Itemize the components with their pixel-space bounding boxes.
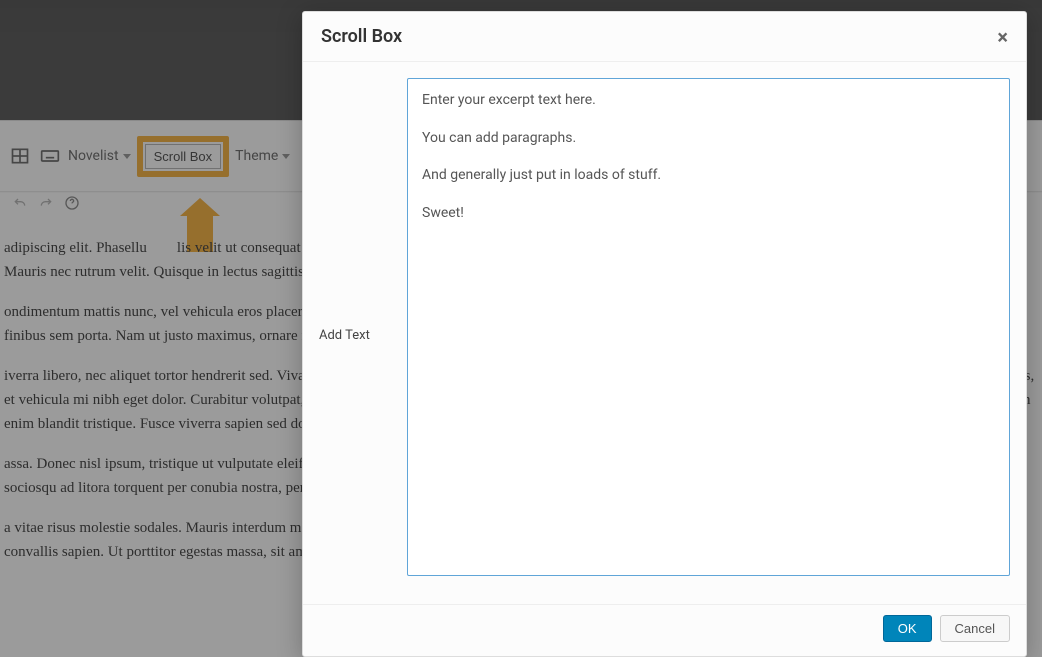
textarea-line: And generally just put in loads of stuff… bbox=[422, 166, 995, 186]
excerpt-textarea[interactable]: Enter your excerpt text here. You can ad… bbox=[407, 78, 1010, 576]
ok-button[interactable]: OK bbox=[883, 615, 932, 642]
scroll-box-modal: Scroll Box × Add Text Enter your excerpt… bbox=[302, 11, 1027, 657]
modal-header: Scroll Box × bbox=[303, 12, 1026, 62]
textarea-line: You can add paragraphs. bbox=[422, 129, 995, 149]
close-icon[interactable]: × bbox=[997, 27, 1008, 47]
add-text-label: Add Text bbox=[319, 78, 391, 588]
modal-body: Add Text Enter your excerpt text here. Y… bbox=[303, 62, 1026, 604]
textarea-line: Enter your excerpt text here. bbox=[422, 91, 995, 111]
textarea-line: Sweet! bbox=[422, 204, 995, 224]
modal-title: Scroll Box bbox=[321, 26, 402, 47]
modal-footer: OK Cancel bbox=[303, 604, 1026, 656]
cancel-button[interactable]: Cancel bbox=[940, 615, 1010, 642]
